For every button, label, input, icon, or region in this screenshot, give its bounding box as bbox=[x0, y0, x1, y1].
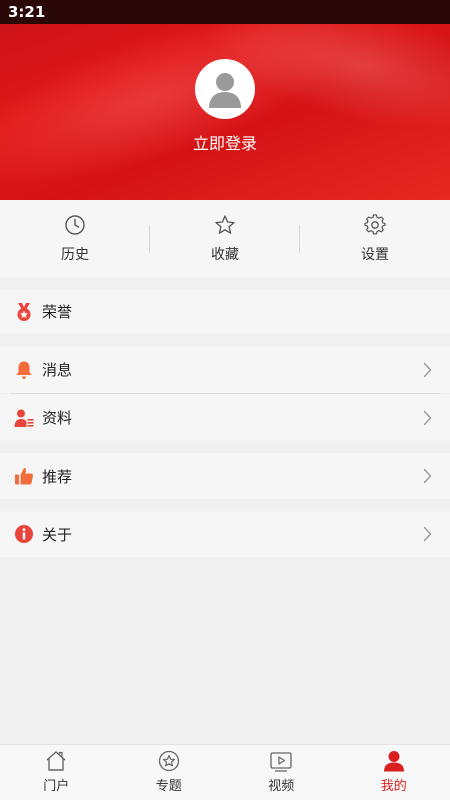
medal-icon bbox=[14, 302, 34, 322]
login-button[interactable]: 立即登录 bbox=[0, 130, 450, 154]
status-bar: 3:21 bbox=[0, 0, 450, 24]
menu-item-messages-label: 消息 bbox=[42, 361, 73, 379]
status-time: 3:21 bbox=[8, 3, 46, 21]
info-icon bbox=[14, 524, 34, 544]
menu-item-about[interactable]: 关于 bbox=[0, 511, 450, 557]
tab-video[interactable]: 视频 bbox=[225, 745, 338, 800]
star-icon bbox=[215, 215, 235, 234]
menu-item-profile-label: 资料 bbox=[42, 409, 73, 427]
quick-history[interactable]: 历史 bbox=[0, 200, 150, 278]
home-icon bbox=[46, 751, 66, 771]
chevron-right-icon bbox=[423, 410, 432, 425]
menu-item-honor-label: 荣誉 bbox=[42, 303, 73, 321]
quick-favorites-label: 收藏 bbox=[211, 247, 239, 263]
quick-settings-label: 设置 bbox=[361, 247, 389, 263]
tab-portal[interactable]: 门户 bbox=[0, 745, 113, 800]
chevron-right-icon bbox=[423, 526, 432, 542]
quick-history-label: 历史 bbox=[61, 247, 89, 263]
menu-item-recommend[interactable]: 推荐 bbox=[0, 453, 450, 499]
chevron-right-icon bbox=[423, 362, 432, 377]
divider bbox=[299, 225, 300, 253]
avatar-placeholder-icon bbox=[209, 73, 241, 108]
quick-settings[interactable]: 设置 bbox=[300, 200, 450, 278]
quick-actions-bar: 历史 收藏 设置 bbox=[0, 200, 450, 278]
user-icon bbox=[383, 751, 404, 772]
chevron-right-icon bbox=[423, 468, 432, 484]
profile-card-icon bbox=[14, 408, 34, 428]
menu-item-about-label: 关于 bbox=[42, 525, 73, 544]
menu-item-messages[interactable]: 消息 bbox=[0, 346, 450, 393]
avatar[interactable] bbox=[195, 59, 255, 119]
bell-icon bbox=[14, 360, 34, 380]
star-circle-icon bbox=[158, 750, 179, 772]
divider bbox=[149, 225, 150, 253]
tab-mine-label: 我的 bbox=[380, 779, 407, 794]
clock-icon bbox=[65, 215, 85, 235]
menu-item-honor[interactable]: 荣誉 bbox=[0, 289, 450, 334]
tab-video-label: 视频 bbox=[268, 779, 295, 794]
thumbs-up-icon bbox=[14, 466, 34, 486]
video-icon bbox=[270, 752, 292, 772]
tab-topics[interactable]: 专题 bbox=[113, 745, 226, 800]
tab-topics-label: 专题 bbox=[155, 779, 182, 794]
tab-portal-label: 门户 bbox=[43, 779, 70, 794]
menu-item-recommend-label: 推荐 bbox=[42, 467, 73, 486]
menu-item-profile[interactable]: 资料 bbox=[0, 394, 450, 441]
quick-favorites[interactable]: 收藏 bbox=[150, 200, 300, 278]
bottom-tab-bar: 门户 专题 视频 我的 bbox=[0, 744, 450, 800]
tab-mine[interactable]: 我的 bbox=[338, 745, 450, 800]
gear-icon bbox=[364, 214, 386, 235]
